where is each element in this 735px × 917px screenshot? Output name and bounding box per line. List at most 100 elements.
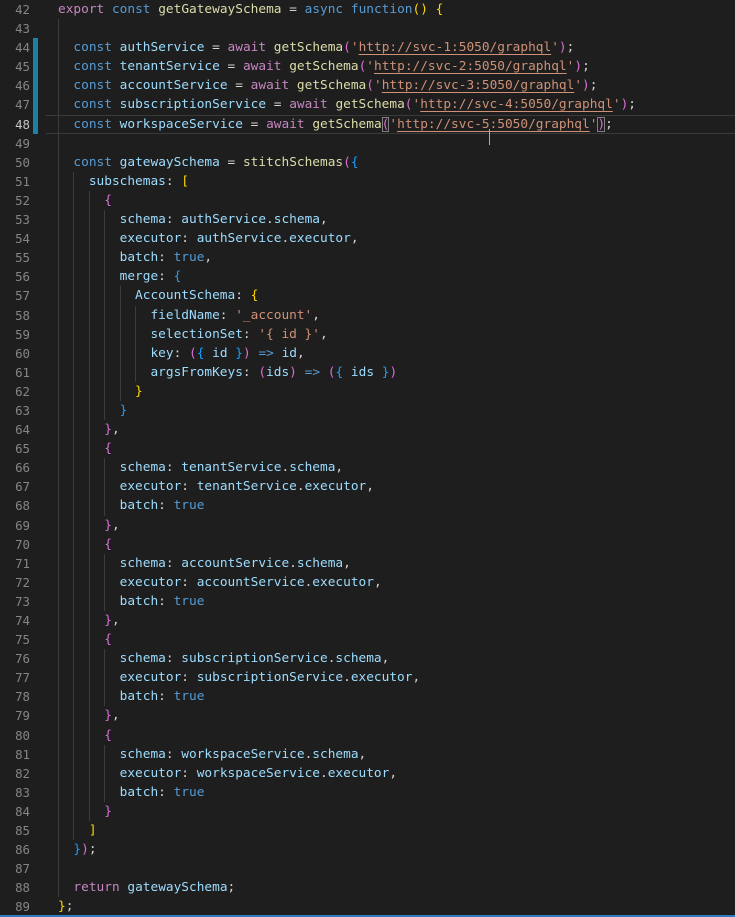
line-number[interactable]: 55 <box>0 248 30 267</box>
code-line[interactable]: 60 key: ({ id }) => id, <box>0 344 735 363</box>
code-line[interactable]: 45 const tenantService = await getSchema… <box>0 57 735 76</box>
code-line[interactable]: 59 selectionSet: '{ id }', <box>0 325 735 344</box>
code-line[interactable]: 75 { <box>0 630 735 649</box>
code-line[interactable]: 49 <box>0 134 735 153</box>
line-number[interactable]: 70 <box>0 535 30 554</box>
code-line[interactable]: 67 executor: tenantService.executor, <box>0 477 735 496</box>
line-number[interactable]: 44 <box>0 38 30 57</box>
line-number[interactable]: 72 <box>0 573 30 592</box>
line-number[interactable]: 79 <box>0 706 30 725</box>
code-line[interactable]: 62 } <box>0 382 735 401</box>
line-number[interactable]: 45 <box>0 57 30 76</box>
line-number[interactable]: 74 <box>0 611 30 630</box>
line-number[interactable]: 48 <box>0 115 30 134</box>
code-line[interactable]: 53 schema: authService.schema, <box>0 210 735 229</box>
line-number[interactable]: 80 <box>0 726 30 745</box>
line-number[interactable]: 43 <box>0 19 30 38</box>
line-number[interactable]: 56 <box>0 267 30 286</box>
url-link[interactable]: :5050/graphql <box>490 117 590 132</box>
line-number[interactable]: 84 <box>0 802 30 821</box>
line-number[interactable]: 85 <box>0 821 30 840</box>
code-line[interactable]: 79 }, <box>0 706 735 725</box>
url-link[interactable]: http://svc-4:5050/graphql <box>420 97 613 112</box>
line-number[interactable]: 60 <box>0 344 30 363</box>
code-line[interactable]: 54 executor: authService.executor, <box>0 229 735 248</box>
code-line[interactable]: 66 schema: tenantService.schema, <box>0 458 735 477</box>
code-line[interactable]: 76 schema: subscriptionService.schema, <box>0 649 735 668</box>
code-line[interactable]: 73 batch: true <box>0 592 735 611</box>
line-number[interactable]: 54 <box>0 229 30 248</box>
line-number[interactable]: 89 <box>0 897 30 916</box>
line-number[interactable]: 76 <box>0 649 30 668</box>
line-number[interactable]: 57 <box>0 286 30 305</box>
code-line[interactable]: 52 { <box>0 191 735 210</box>
code-line[interactable]: 42export const getGatewaySchema = async … <box>0 0 735 19</box>
line-number[interactable]: 59 <box>0 325 30 344</box>
line-number[interactable]: 73 <box>0 592 30 611</box>
code-line[interactable]: 64 }, <box>0 420 735 439</box>
code-line[interactable]: 84 } <box>0 802 735 821</box>
line-number[interactable]: 46 <box>0 76 30 95</box>
code-line[interactable]: 70 { <box>0 535 735 554</box>
code-line[interactable]: 83 batch: true <box>0 783 735 802</box>
code-line[interactable]: 44 const authService = await getSchema('… <box>0 38 735 57</box>
code-line[interactable]: 87 <box>0 859 735 878</box>
line-number[interactable]: 75 <box>0 630 30 649</box>
line-number[interactable]: 47 <box>0 95 30 114</box>
line-number[interactable]: 83 <box>0 783 30 802</box>
url-link[interactable]: http://svc-2:5050/graphql <box>374 59 567 74</box>
code-line[interactable]: 77 executor: subscriptionService.executo… <box>0 668 735 687</box>
url-link[interactable]: http://svc-1:5050/graphql <box>359 40 552 55</box>
line-number[interactable]: 51 <box>0 172 30 191</box>
line-number[interactable]: 71 <box>0 554 30 573</box>
line-number[interactable]: 77 <box>0 668 30 687</box>
code-line[interactable]: 51 subschemas: [ <box>0 172 735 191</box>
line-number[interactable]: 65 <box>0 439 30 458</box>
line-number[interactable]: 62 <box>0 382 30 401</box>
line-number[interactable]: 82 <box>0 764 30 783</box>
code-line[interactable]: 86 }); <box>0 840 735 859</box>
code-line[interactable]: 85 ] <box>0 821 735 840</box>
url-link[interactable]: http://svc-5 <box>397 117 489 132</box>
url-link[interactable]: http://svc-3:5050/graphql <box>382 78 575 93</box>
code-line[interactable]: 55 batch: true, <box>0 248 735 267</box>
code-line[interactable]: 71 schema: accountService.schema, <box>0 554 735 573</box>
line-number[interactable]: 50 <box>0 153 30 172</box>
code-line[interactable]: 46 const accountService = await getSchem… <box>0 76 735 95</box>
code-line[interactable]: 80 { <box>0 726 735 745</box>
code-line[interactable]: 58 fieldName: '_account', <box>0 306 735 325</box>
code-editor[interactable]: 42export const getGatewaySchema = async … <box>0 0 735 917</box>
code-line[interactable]: 48 const workspaceService = await getSch… <box>0 115 735 134</box>
code-line[interactable]: 72 executor: accountService.executor, <box>0 573 735 592</box>
code-line[interactable]: 81 schema: workspaceService.schema, <box>0 745 735 764</box>
code-line[interactable]: 78 batch: true <box>0 687 735 706</box>
code-line[interactable]: 74 }, <box>0 611 735 630</box>
line-number[interactable]: 87 <box>0 859 30 878</box>
code-line[interactable]: 50 const gatewaySchema = stitchSchemas({ <box>0 153 735 172</box>
line-number[interactable]: 88 <box>0 878 30 897</box>
line-number[interactable]: 81 <box>0 745 30 764</box>
code-line[interactable]: 65 { <box>0 439 735 458</box>
line-number[interactable]: 86 <box>0 840 30 859</box>
line-number[interactable]: 42 <box>0 0 30 19</box>
line-number[interactable]: 63 <box>0 401 30 420</box>
code-line[interactable]: 89}; <box>0 897 735 916</box>
line-number[interactable]: 66 <box>0 458 30 477</box>
line-number[interactable]: 68 <box>0 496 30 515</box>
code-line[interactable]: 56 merge: { <box>0 267 735 286</box>
line-number[interactable]: 67 <box>0 477 30 496</box>
line-number[interactable]: 69 <box>0 516 30 535</box>
line-number[interactable]: 78 <box>0 687 30 706</box>
line-number[interactable]: 61 <box>0 363 30 382</box>
line-number[interactable]: 64 <box>0 420 30 439</box>
line-number[interactable]: 53 <box>0 210 30 229</box>
line-number[interactable]: 52 <box>0 191 30 210</box>
code-line[interactable]: 61 argsFromKeys: (ids) => ({ ids }) <box>0 363 735 382</box>
code-line[interactable]: 88 return gatewaySchema; <box>0 878 735 897</box>
code-line[interactable]: 82 executor: workspaceService.executor, <box>0 764 735 783</box>
line-number[interactable]: 49 <box>0 134 30 153</box>
code-line[interactable]: 69 }, <box>0 516 735 535</box>
code-line[interactable]: 57 AccountSchema: { <box>0 286 735 305</box>
code-line[interactable]: 68 batch: true <box>0 496 735 515</box>
code-line[interactable]: 43 <box>0 19 735 38</box>
